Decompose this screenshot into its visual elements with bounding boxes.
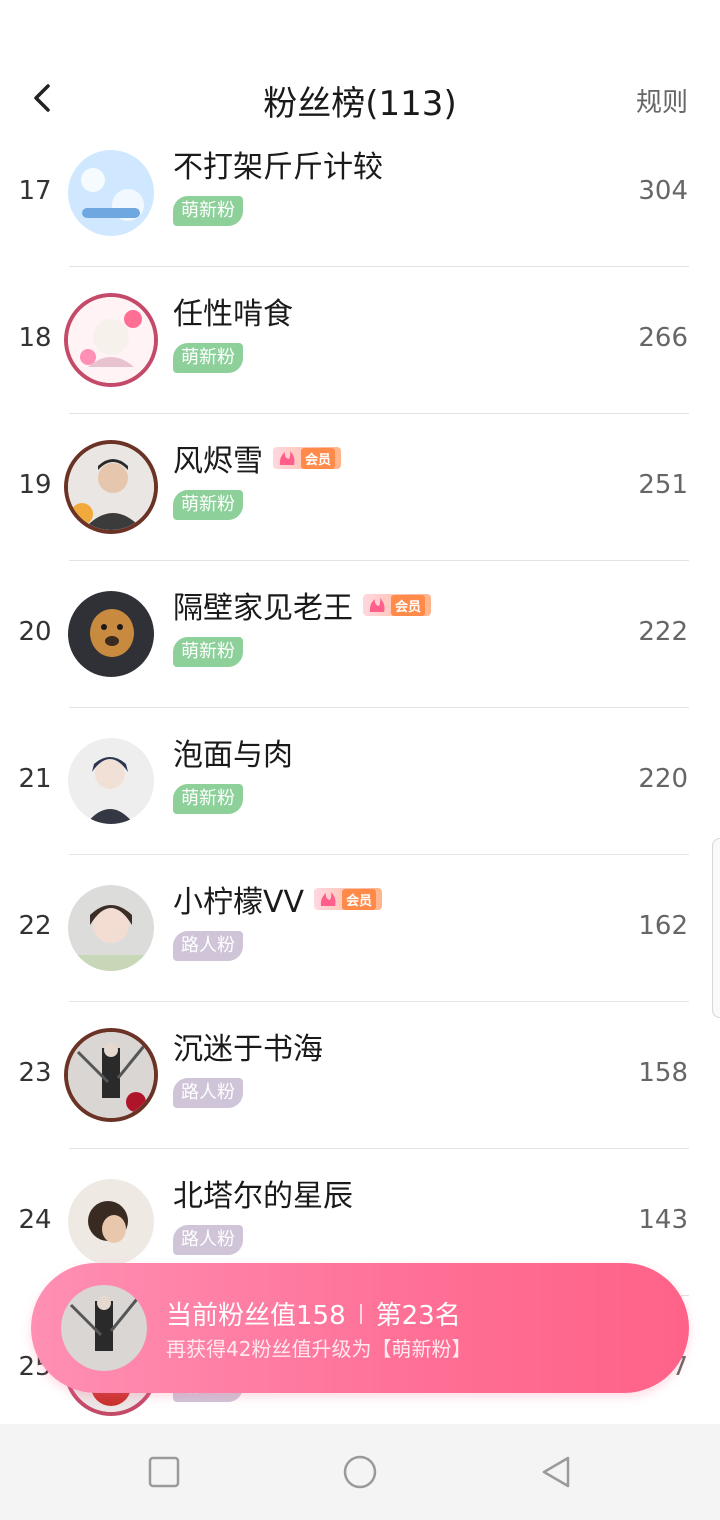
- current-fan-value: 当前粉丝值158: [166, 1301, 346, 1331]
- avatar[interactable]: [68, 444, 154, 530]
- rules-link[interactable]: 规则: [636, 82, 688, 119]
- edge-panel-handle[interactable]: [712, 838, 720, 1018]
- triangle-back-icon: [542, 1456, 570, 1488]
- rank-number: 24: [18, 1205, 52, 1235]
- avatar[interactable]: [68, 1179, 154, 1265]
- rank-number: 19: [18, 470, 52, 500]
- user-name: 隔壁家见老王: [173, 591, 353, 626]
- vip-flame-icon: [369, 598, 385, 612]
- home-button[interactable]: [342, 1454, 378, 1490]
- user-name: 不打架斤斤计较: [173, 150, 383, 185]
- avatar[interactable]: [68, 1032, 154, 1118]
- system-nav-bar: [0, 1424, 720, 1520]
- list-item[interactable]: 20 隔壁家见老王 会员 萌新粉 222: [0, 561, 720, 708]
- fan-score: 251: [638, 470, 688, 500]
- fan-level-badge: 路人粉: [173, 1225, 243, 1255]
- user-name: 泡面与肉: [173, 738, 293, 773]
- rank-number: 17: [18, 176, 52, 206]
- fan-level-badge: 萌新粉: [173, 784, 243, 814]
- rank-number: 21: [18, 764, 52, 794]
- vip-badge: 会员: [363, 594, 432, 616]
- user-name: 北塔尔的星辰: [173, 1179, 353, 1214]
- vip-flame-icon: [279, 451, 295, 465]
- fan-level-badge: 路人粉: [173, 931, 243, 961]
- avatar[interactable]: [68, 885, 154, 971]
- avatar[interactable]: [68, 591, 154, 677]
- rank-number: 20: [18, 617, 52, 647]
- vip-flame-icon: [320, 892, 336, 906]
- avatar[interactable]: [68, 738, 154, 824]
- user-name: 沉迷于书海: [173, 1032, 323, 1067]
- page-title: 粉丝榜(113): [263, 84, 457, 124]
- user-name: 小柠檬VV: [173, 885, 305, 920]
- list-item[interactable]: 22 小柠檬VV 会员 路人粉 162: [0, 855, 720, 1002]
- upgrade-hint: 再获得42粉丝值升级为【萌新粉】: [166, 1337, 472, 1361]
- fan-score: 304: [638, 176, 688, 206]
- current-rank: 第23名: [375, 1301, 461, 1331]
- rank-number: 18: [18, 323, 52, 353]
- fan-level-badge: 路人粉: [173, 1078, 243, 1108]
- list-item[interactable]: 18 任性啃食 萌新粉 266: [0, 267, 720, 414]
- list-item[interactable]: 19 风烬雪 会员 萌新粉 251: [0, 414, 720, 561]
- circle-icon: [343, 1455, 377, 1489]
- list-item[interactable]: 23 沉迷于书海 路人粉 158: [0, 1002, 720, 1149]
- separator: [359, 1303, 362, 1324]
- current-user-avatar: [61, 1285, 147, 1371]
- recent-apps-button[interactable]: [146, 1454, 182, 1490]
- user-name: 任性啃食: [173, 297, 293, 332]
- fan-score: 143: [638, 1205, 688, 1235]
- fan-score: 162: [638, 911, 688, 941]
- list-item[interactable]: 17 不打架斤斤计较 萌新粉 304: [0, 120, 720, 267]
- square-icon: [148, 1456, 180, 1488]
- rank-number: 22: [18, 911, 52, 941]
- current-fan-summary: 当前粉丝值158 第23名: [166, 1295, 461, 1332]
- list-item[interactable]: 21 泡面与肉 萌新粉 220: [0, 708, 720, 855]
- user-name: 风烬雪: [173, 444, 263, 479]
- fan-level-badge: 萌新粉: [173, 490, 243, 520]
- top-bar: 粉丝榜(113) 规则: [0, 60, 720, 136]
- rank-number: 23: [18, 1058, 52, 1088]
- vip-badge: 会员: [314, 888, 383, 910]
- avatar[interactable]: [68, 150, 154, 236]
- vip-badge: 会员: [273, 447, 342, 469]
- fan-level-badge: 萌新粉: [173, 637, 243, 667]
- fan-level-badge: 萌新粉: [173, 343, 243, 373]
- fan-level-badge: 萌新粉: [173, 196, 243, 226]
- back-nav-button[interactable]: [538, 1454, 574, 1490]
- fan-score: 220: [638, 764, 688, 794]
- fan-rank-list: 17 不打架斤斤计较 萌新粉 304 18 任性啃食 萌新粉 266 19 风烬…: [0, 120, 720, 1424]
- avatar[interactable]: [68, 297, 154, 383]
- fan-score: 222: [638, 617, 688, 647]
- fan-score: 266: [638, 323, 688, 353]
- fan-score: 158: [638, 1058, 688, 1088]
- current-fan-status-bar[interactable]: 当前粉丝值158 第23名 再获得42粉丝值升级为【萌新粉】: [31, 1263, 689, 1393]
